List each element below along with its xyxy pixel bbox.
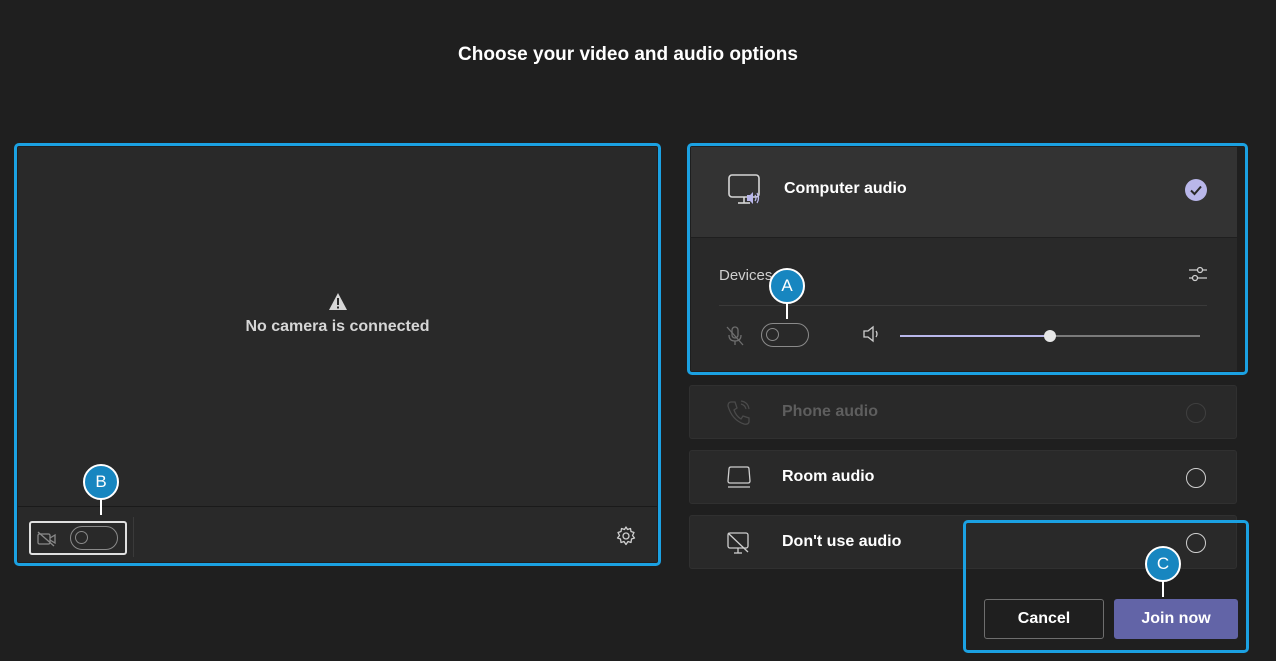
callout-b-label: B bbox=[83, 464, 119, 500]
callout-marker-c: C bbox=[1145, 546, 1181, 598]
callout-a-label: A bbox=[769, 268, 805, 304]
highlight-computer-audio bbox=[687, 143, 1248, 375]
phone-audio-option[interactable]: Phone audio bbox=[689, 385, 1237, 439]
no-audio-icon bbox=[727, 532, 749, 554]
room-audio-option[interactable]: Room audio bbox=[689, 450, 1237, 504]
phone-audio-radio[interactable] bbox=[1186, 403, 1206, 423]
callout-marker-b: B bbox=[83, 464, 119, 516]
room-device-icon bbox=[727, 466, 751, 488]
room-audio-radio[interactable] bbox=[1186, 468, 1206, 488]
room-audio-label: Room audio bbox=[782, 468, 875, 485]
no-audio-label: Don't use audio bbox=[782, 533, 902, 550]
highlight-join-area bbox=[963, 520, 1249, 653]
callout-c-label: C bbox=[1145, 546, 1181, 582]
page-title: Choose your video and audio options bbox=[458, 44, 798, 65]
phone-icon bbox=[727, 400, 750, 425]
callout-marker-a: A bbox=[769, 268, 805, 320]
phone-audio-label: Phone audio bbox=[782, 403, 878, 420]
